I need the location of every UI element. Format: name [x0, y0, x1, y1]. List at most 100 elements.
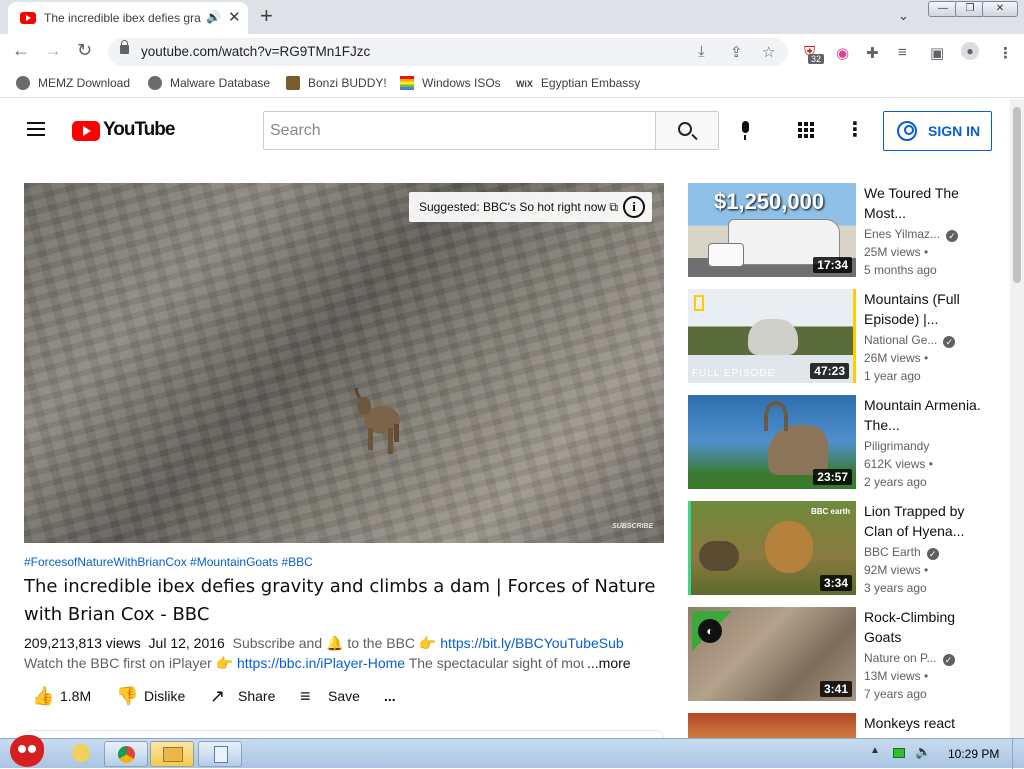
video-duration: 3:41	[819, 681, 852, 697]
windows-taskbar: ▲ 🔈 10:29 PM	[0, 735, 1024, 769]
sign-in-button[interactable]: SIGN IN	[883, 111, 992, 151]
channel-name[interactable]: Nature on P... ✓	[864, 651, 955, 666]
new-tab-button[interactable]: +	[260, 3, 273, 29]
start-button[interactable]	[4, 731, 48, 769]
scrollbar-thumb[interactable]	[1013, 107, 1021, 283]
youtube-logo-icon[interactable]	[72, 121, 100, 141]
globe-icon	[16, 76, 30, 90]
url-text[interactable]: youtube.com/watch?v=RG9TMn1FJzc	[141, 44, 370, 59]
reload-button[interactable]: ↻	[77, 40, 92, 61]
chevron-down-icon[interactable]: ⌄	[898, 8, 909, 24]
recommendation-title[interactable]: Rock-Climbing Goats	[864, 607, 984, 647]
bookmark-egyptian-embassy[interactable]: WiX Egyptian Embassy	[516, 76, 640, 90]
media-control-icon[interactable]: ≡	[898, 44, 907, 61]
apps-grid-icon[interactable]	[798, 122, 815, 139]
speaker-icon[interactable]: 🔊	[206, 10, 221, 24]
search-button[interactable]	[655, 111, 719, 150]
extension-badge: 32	[808, 54, 825, 64]
recommendation-item[interactable]: ◐ 3:41 Rock-Climbing Goats Nature on P..…	[688, 607, 998, 702]
close-tab-icon[interactable]: ✕	[228, 8, 241, 26]
thumbnail[interactable]	[688, 713, 856, 738]
extensions-puzzle-icon[interactable]: ✚	[866, 44, 879, 62]
install-icon[interactable]: ⤓	[698, 43, 705, 60]
recommendation-title[interactable]: Mountain Armenia. The...	[864, 395, 984, 435]
thumbnail[interactable]: ◐ 3:41	[688, 607, 856, 701]
show-desktop-button[interactable]	[1012, 739, 1024, 769]
bookmark-windows-isos[interactable]: Windows ISOs	[400, 76, 501, 90]
more-vert-icon[interactable]: ⋮	[845, 117, 865, 142]
forward-button[interactable]: →	[44, 40, 62, 61]
subscribe-watermark[interactable]: SUBSCRIBE	[612, 523, 653, 530]
youtube-wordmark[interactable]: YouTube	[103, 119, 175, 141]
video-player[interactable]	[24, 183, 664, 543]
verified-check-icon: ✓	[926, 548, 939, 560]
recommendation-title[interactable]: Mountains (Full Episode) |...	[864, 289, 984, 329]
upload-age: 3 years ago	[864, 581, 927, 595]
thumbnail[interactable]: 23:57	[688, 395, 856, 489]
bookmark-malware-database[interactable]: Malware Database	[148, 76, 270, 90]
browser-tab[interactable]: The incredible ibex defies gra 🔊 ✕	[8, 2, 248, 34]
channel-name[interactable]: Piligrimandy	[864, 439, 929, 453]
profile-avatar-icon[interactable]: ●	[961, 42, 979, 60]
bookmark-memz[interactable]: MEMZ Download	[16, 76, 130, 90]
thumbnail[interactable]: FULL EPISODE 47:23	[688, 289, 856, 383]
taskbar-notepad[interactable]	[198, 741, 242, 767]
browser-tab-strip: The incredible ibex defies gra 🔊 ✕ + ⌄ —…	[0, 0, 1024, 34]
microphone-icon[interactable]	[739, 121, 751, 140]
restore-button[interactable]: ❐	[955, 1, 985, 17]
recommendation-item[interactable]: $1,250,000 17:34 We Toured The Most... E…	[688, 183, 998, 278]
close-window-button[interactable]: ✕	[982, 1, 1018, 17]
menu-icon[interactable]	[27, 122, 45, 136]
taskbar-chrome[interactable]	[104, 741, 148, 767]
address-bar[interactable]: youtube.com/watch?v=RG9TMn1FJzc ⤓ ⇪ ☆	[108, 38, 788, 66]
recommendation-title[interactable]: We Toured The Most...	[864, 183, 984, 223]
dislike-button[interactable]: 👎 Dislike	[116, 686, 196, 706]
like-button[interactable]: 👍 1.8M	[32, 686, 102, 706]
extension-flag-icon[interactable]: ◉	[836, 44, 849, 62]
more-actions-button[interactable]: ...	[384, 686, 408, 706]
channel-name[interactable]: Enes Yilmaz... ✓	[864, 227, 959, 242]
back-button[interactable]: ←	[12, 40, 30, 61]
info-icon[interactable]: i	[623, 196, 645, 218]
taskbar-clock[interactable]: 10:29 PM	[948, 747, 999, 761]
view-count: 92M views •	[864, 563, 929, 577]
pbs-logo-icon: ◐	[698, 619, 722, 643]
recommendation-item[interactable]: 23:57 Mountain Armenia. The... Piligrima…	[688, 395, 998, 490]
taskbar-app-icon[interactable]	[72, 744, 90, 762]
channel-name[interactable]: BBC Earth ✓	[864, 545, 939, 560]
thumbnail[interactable]: $1,250,000 17:34	[688, 183, 856, 277]
account-icon	[897, 121, 917, 141]
tray-expand-icon[interactable]: ▲	[870, 745, 880, 756]
minimize-button[interactable]: —	[928, 1, 958, 17]
recommendation-item[interactable]: FULL EPISODE 47:23 Mountains (Full Episo…	[688, 289, 998, 384]
side-panel-icon[interactable]: ▣	[930, 44, 944, 62]
hashtags[interactable]: #ForcesofNatureWithBrianCox #MountainGoa…	[24, 555, 313, 569]
share-icon[interactable]: ⇪	[730, 43, 743, 61]
upload-age: 2 years ago	[864, 475, 927, 489]
browser-menu-icon[interactable]: ⋮	[998, 44, 1013, 62]
recommendation-title[interactable]: Monkeys react	[864, 713, 984, 733]
verified-check-icon: ✓	[946, 230, 959, 242]
recommendation-title[interactable]: Lion Trapped by Clan of Hyena...	[864, 501, 984, 541]
view-count: 26M views •	[864, 351, 929, 365]
subscribe-link[interactable]: https://bit.ly/BBCYouTubeSub	[440, 635, 623, 651]
page-scrollbar[interactable]	[1010, 99, 1024, 738]
share-button[interactable]: ↗ Share	[210, 686, 286, 706]
video-duration: 23:57	[813, 469, 852, 485]
volume-icon[interactable]: 🔈	[915, 744, 931, 760]
bookmark-bonzi-buddy[interactable]: Bonzi BUDDY!	[286, 76, 387, 90]
recommendation-item[interactable]: Monkeys react	[688, 713, 998, 738]
taskbar-explorer[interactable]	[150, 741, 194, 767]
show-more-button[interactable]: ...more	[587, 655, 631, 671]
recommendation-item[interactable]: BBC earth 3:34 Lion Trapped by Clan of H…	[688, 501, 998, 596]
channel-name[interactable]: National Ge... ✓	[864, 333, 956, 348]
thumbnail[interactable]: BBC earth 3:34	[688, 501, 856, 595]
star-bookmark-icon[interactable]: ☆	[762, 43, 775, 61]
video-duration: 17:34	[813, 257, 852, 273]
network-icon[interactable]	[893, 748, 905, 758]
iplayer-link[interactable]: https://bbc.in/iPlayer-Home	[237, 655, 405, 671]
save-button[interactable]: ≡ Save	[300, 686, 366, 706]
suggested-video-card[interactable]: Suggested: BBC's So hot right now ⧉	[409, 192, 652, 222]
lock-icon[interactable]	[120, 40, 129, 54]
search-input[interactable]	[264, 112, 655, 149]
